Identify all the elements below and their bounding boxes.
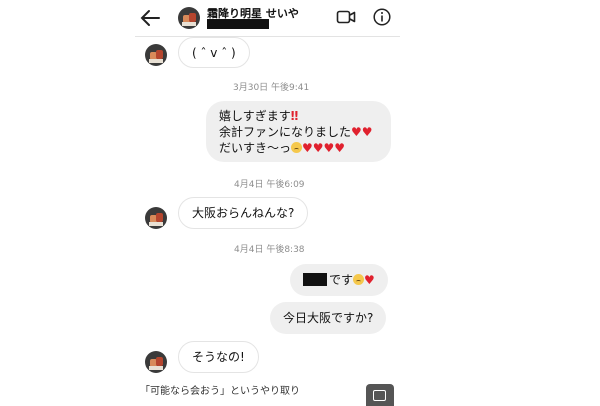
message-text: ( ˆ v ˆ ) bbox=[192, 46, 236, 60]
chat-header: 霜降り明星 せいや bbox=[135, 0, 400, 37]
message-text: 大阪おらんねんな? bbox=[192, 206, 295, 220]
message-line: 余計ファンになりました bbox=[219, 125, 352, 139]
pleading-face-icon bbox=[353, 274, 365, 285]
heart-icon: ♥♥♥♥ bbox=[302, 141, 346, 155]
outgoing-message[interactable]: 今日大阪ですか? bbox=[270, 302, 387, 334]
video-call-icon[interactable] bbox=[336, 9, 356, 25]
sender-avatar[interactable] bbox=[145, 44, 167, 66]
image-caption: 「可能なら会おう」というやり取り bbox=[140, 386, 300, 397]
sender-avatar[interactable] bbox=[145, 207, 167, 229]
incoming-message[interactable]: 大阪おらんねんな? bbox=[178, 197, 309, 229]
pleading-face-icon bbox=[291, 142, 303, 153]
contact-avatar[interactable] bbox=[178, 7, 200, 29]
info-icon[interactable] bbox=[373, 8, 391, 26]
timestamp: 3月30日 午後9:41 bbox=[233, 83, 310, 93]
double-exclamation-icon: ‼ bbox=[290, 109, 299, 123]
incoming-message[interactable]: そうなの! bbox=[178, 341, 259, 373]
back-arrow-icon[interactable] bbox=[139, 8, 161, 28]
timestamp: 4月4日 午後6:09 bbox=[234, 180, 305, 190]
message-line: 嬉しすぎます bbox=[219, 109, 291, 123]
redacted-text bbox=[303, 273, 327, 286]
heart-icon: ♥ bbox=[364, 273, 375, 287]
message-text: です bbox=[329, 273, 354, 287]
outgoing-message[interactable]: 嬉しすぎます‼ 余計ファンになりました♥♥ だいすき〜っ ♥♥♥♥ bbox=[206, 101, 391, 162]
heart-icon: ♥♥ bbox=[351, 125, 373, 139]
redacted-username bbox=[207, 19, 269, 29]
sender-avatar[interactable] bbox=[145, 351, 167, 373]
incoming-message[interactable]: ( ˆ v ˆ ) bbox=[178, 37, 250, 68]
message-text: そうなの! bbox=[192, 350, 245, 364]
outgoing-message[interactable]: です ♥ bbox=[290, 264, 388, 296]
gallery-icon[interactable] bbox=[366, 384, 394, 406]
message-text: 今日大阪ですか? bbox=[283, 311, 374, 325]
message-line: だいすき〜っ bbox=[219, 141, 292, 155]
timestamp: 4月4日 午後8:38 bbox=[234, 245, 305, 255]
